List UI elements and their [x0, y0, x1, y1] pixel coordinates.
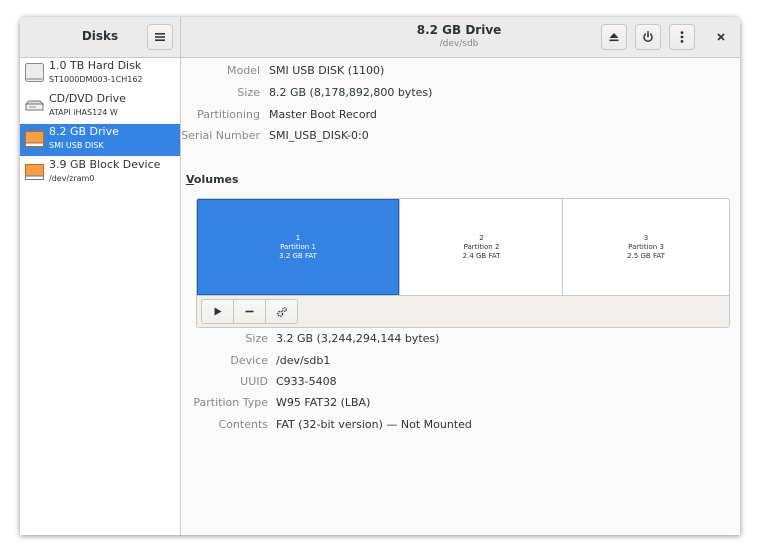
- usb-drive-icon: [25, 131, 44, 147]
- close-button[interactable]: [708, 24, 734, 50]
- eject-button[interactable]: [601, 24, 627, 50]
- volumes-heading-rest: olumes: [193, 173, 239, 186]
- model-label: Model: [226, 64, 260, 77]
- volumes-heading: Volumes: [186, 173, 239, 186]
- partition-name: Partition 3: [628, 242, 664, 251]
- partitioning-label: Partitioning: [197, 108, 260, 121]
- partition-desc: 3.2 GB FAT: [279, 251, 317, 260]
- partition-desc: 2.5 GB FAT: [627, 251, 665, 260]
- gears-icon: [276, 306, 287, 317]
- hard-disk-icon: [25, 63, 44, 82]
- drive-name: 1.0 TB Hard Disk: [49, 59, 142, 72]
- power-icon: [643, 31, 653, 42]
- contents-label: Contents: [218, 418, 268, 431]
- drive-model: ATAPI iHAS124 W: [49, 108, 118, 117]
- partition-size-label: Size: [245, 332, 268, 345]
- drive-name: 8.2 GB Drive: [49, 125, 119, 138]
- power-off-button[interactable]: [635, 24, 661, 50]
- uuid-value: C933-5408: [276, 375, 337, 388]
- drive-item-hard-disk[interactable]: 1.0 TB Hard Disk ST1000DM003-1CH162: [20, 58, 180, 90]
- eject-icon: [609, 33, 619, 42]
- hamburger-icon: [155, 33, 165, 41]
- device-value: /dev/sdb1: [276, 354, 331, 367]
- serial-value: SMI_USB_DISK-0:0: [269, 129, 369, 142]
- drive-options-button[interactable]: [669, 24, 695, 50]
- drive-item-cd-dvd[interactable]: CD/DVD Drive ATAPI iHAS124 W: [20, 91, 180, 123]
- drive-name: CD/DVD Drive: [49, 92, 126, 105]
- volume-toolbar: [197, 295, 729, 327]
- volume-map: 1 Partition 1 3.2 GB FAT 2 Partition 2 2…: [196, 198, 730, 328]
- size-label: Size: [237, 86, 260, 99]
- partition-block-3[interactable]: 3 Partition 3 2.5 GB FAT: [562, 199, 729, 295]
- drive-details: Model SMI USB DISK (1100) Size 8.2 GB (8…: [181, 58, 740, 535]
- partition-desc: 2.4 GB FAT: [462, 251, 501, 260]
- drive-model: /dev/zram0: [49, 174, 95, 183]
- partition-size-value: 3.2 GB (3,244,294,144 bytes): [276, 332, 440, 345]
- partition-type-value: W95 FAT32 (LBA): [276, 396, 371, 409]
- mount-button[interactable]: [201, 299, 234, 324]
- partition-name: Partition 1: [280, 242, 316, 251]
- size-value: 8.2 GB (8,178,892,800 bytes): [269, 86, 433, 99]
- play-icon: [214, 307, 221, 316]
- delete-partition-button[interactable]: [233, 299, 266, 324]
- vertical-dots-icon: [680, 31, 684, 43]
- partition-number: 3: [643, 233, 649, 242]
- drive-item-usb-drive[interactable]: 8.2 GB Drive SMI USB DISK: [20, 124, 180, 156]
- device-label: Device: [230, 354, 268, 367]
- partition-block-2[interactable]: 2 Partition 2 2.4 GB FAT: [399, 199, 563, 295]
- partition-options-button[interactable]: [265, 299, 298, 324]
- partitioning-value: Master Boot Record: [269, 108, 377, 121]
- minus-icon: [245, 310, 254, 313]
- partition-number: 1: [295, 233, 301, 242]
- drive-item-block-device[interactable]: 3.9 GB Block Device /dev/zram0: [20, 157, 180, 189]
- drive-model: SMI USB DISK: [49, 141, 104, 150]
- serial-label: Serial Number: [181, 129, 260, 142]
- drive-model: ST1000DM003-1CH162: [49, 75, 143, 84]
- model-value: SMI USB DISK (1100): [269, 64, 385, 77]
- uuid-label: UUID: [240, 375, 268, 388]
- partition-block-1[interactable]: 1 Partition 1 3.2 GB FAT: [197, 199, 399, 295]
- optical-drive-icon: [24, 100, 45, 111]
- partition-type-label: Partition Type: [193, 396, 268, 409]
- volumes-mnemonic: V: [186, 173, 194, 186]
- hamburger-menu-button[interactable]: [147, 24, 173, 50]
- disks-window: Disks 8.2 GB Drive /dev/sdb 1.0 TB Hard …: [20, 17, 740, 535]
- partition-name: Partition 2: [463, 242, 500, 251]
- sidebar-header: Disks: [20, 17, 181, 57]
- contents-value: FAT (32-bit version) — Not Mounted: [276, 418, 472, 431]
- drive-list-sidebar: 1.0 TB Hard Disk ST1000DM003-1CH162 CD/D…: [20, 58, 181, 535]
- drive-name: 3.9 GB Block Device: [49, 158, 161, 171]
- block-device-icon: [25, 164, 44, 180]
- header-bar: Disks 8.2 GB Drive /dev/sdb: [20, 17, 740, 58]
- close-icon: [717, 33, 725, 41]
- partition-number: 2: [479, 233, 484, 242]
